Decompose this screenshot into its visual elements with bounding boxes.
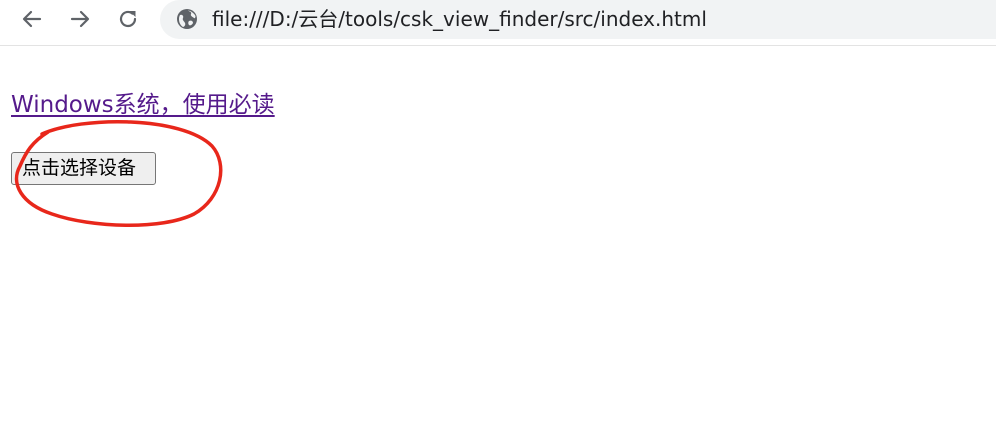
address-bar[interactable]: file:///D:/云台/tools/csk_view_finder/src/… [160, 0, 996, 39]
forward-button[interactable] [64, 4, 96, 34]
page-content: Windows系统，使用必读 点击选择设备 [11, 90, 275, 185]
windows-guide-link[interactable]: Windows系统，使用必读 [11, 90, 275, 120]
back-button[interactable] [16, 4, 48, 34]
arrow-right-icon [70, 10, 90, 28]
select-device-button[interactable]: 点击选择设备 [11, 152, 156, 185]
reload-button[interactable] [112, 4, 144, 34]
globe-icon [177, 9, 197, 29]
arrow-left-icon [22, 10, 42, 28]
browser-toolbar: file:///D:/云台/tools/csk_view_finder/src/… [0, 0, 996, 46]
url-text[interactable]: file:///D:/云台/tools/csk_view_finder/src/… [212, 6, 707, 32]
reload-icon [119, 10, 137, 28]
